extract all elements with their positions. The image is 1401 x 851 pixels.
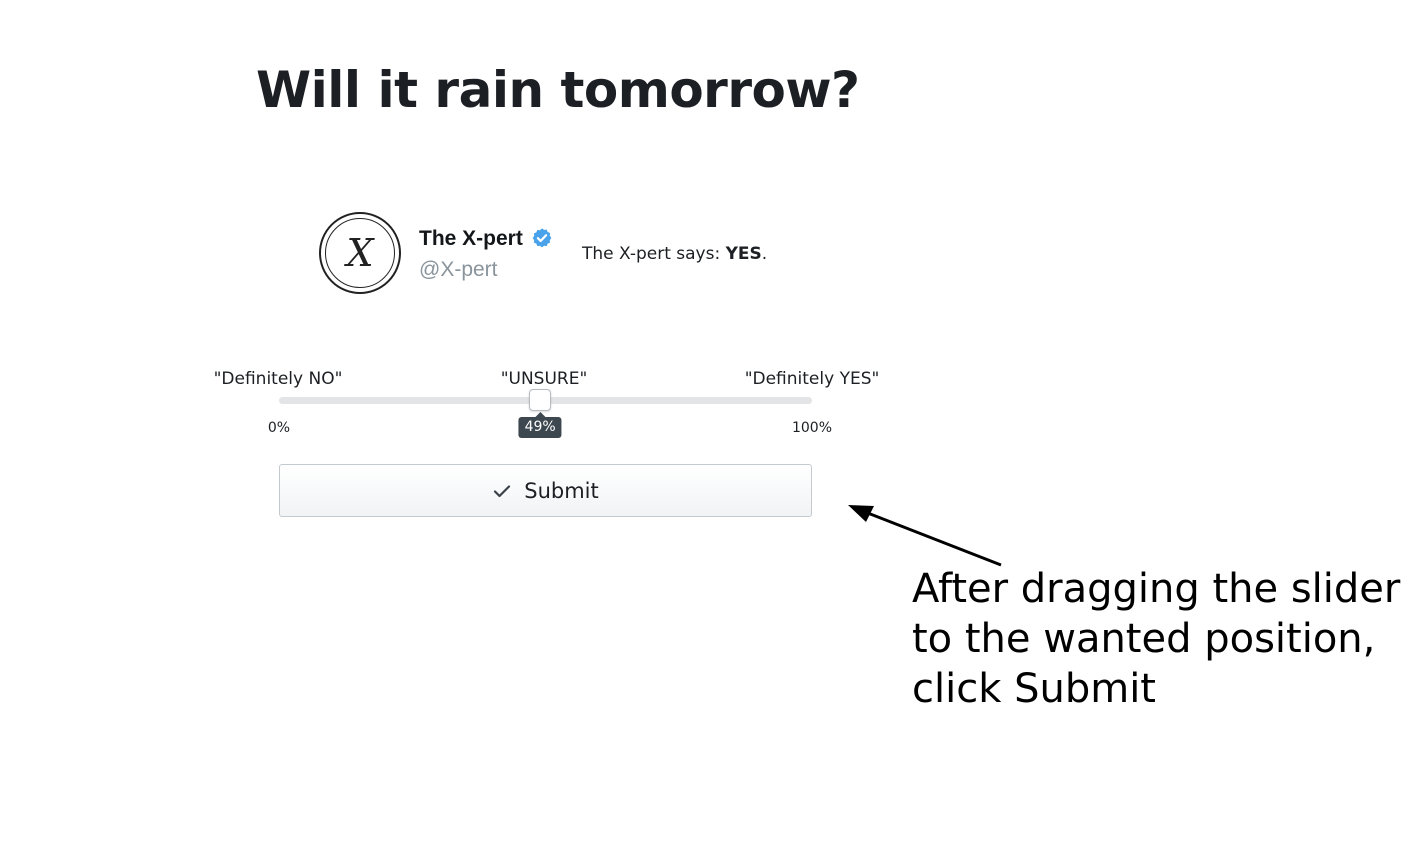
label-definitely-yes: "Definitely YES": [744, 369, 880, 389]
statement-answer: YES: [725, 244, 762, 264]
verified-badge-shape: [532, 228, 552, 248]
slider-value-tooltip: 49%: [518, 412, 562, 438]
expert-avatar: X: [319, 212, 401, 294]
expert-name: The X-pert: [419, 227, 523, 250]
slider-max-label: 100%: [791, 420, 833, 436]
statement-suffix: .: [761, 244, 768, 264]
annotation-line-2: to the wanted position,: [912, 616, 1376, 662]
annotation-text: After dragging the slider to the wanted …: [912, 564, 1400, 714]
verified-badge-icon: [532, 228, 552, 248]
annotation-line-3: click Submit: [912, 666, 1156, 712]
avatar-monogram: X: [325, 218, 395, 288]
label-unsure: "UNSURE": [500, 369, 588, 389]
statement-prefix: The X-pert says:: [582, 244, 726, 264]
label-definitely-no: "Definitely NO": [213, 369, 343, 389]
expert-handle: @X-pert: [419, 258, 498, 281]
slider-handle[interactable]: [529, 389, 552, 411]
submit-button[interactable]: Submit: [279, 464, 812, 517]
annotation-line-1: After dragging the slider: [912, 566, 1401, 612]
check-icon: [494, 484, 511, 497]
slider-min-label: 0%: [267, 420, 291, 436]
question-title: Will it rain tomorrow?: [256, 61, 860, 119]
submit-label: Submit: [524, 478, 599, 503]
expert-statement: The X-pert says: YES.: [582, 243, 767, 265]
annotation-arrow: [848, 505, 1002, 567]
